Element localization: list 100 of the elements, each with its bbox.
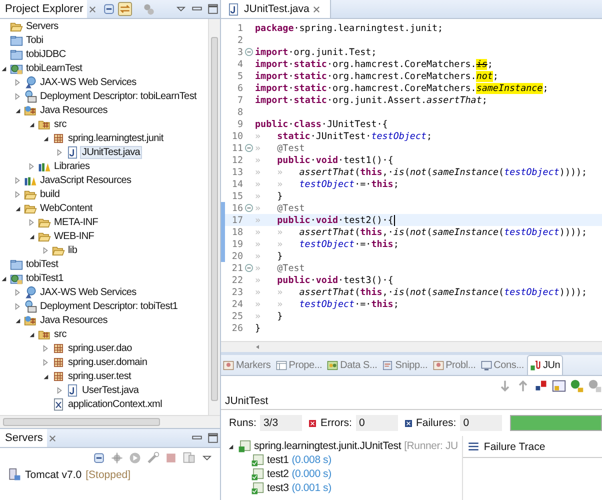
tree-item[interactable]: spring.learningtest.junit (67, 132, 164, 144)
view-tab[interactable]: Markers (221, 355, 273, 375)
collapse-arrow-icon[interactable] (14, 106, 21, 114)
collapse-arrow-icon[interactable] (227, 442, 234, 450)
expand-arrow-icon[interactable] (42, 358, 49, 366)
tree-item[interactable]: applicationContext.xml (67, 398, 164, 410)
maximize-icon[interactable] (206, 2, 220, 16)
tree-item[interactable]: spring.user.dao (67, 342, 133, 354)
expand-arrow-icon[interactable] (14, 190, 21, 198)
expand-arrow-icon[interactable] (56, 148, 63, 156)
tree-item[interactable]: Java Resources (39, 104, 108, 116)
gears-icon[interactable] (142, 2, 156, 16)
collapse-arrow-icon[interactable] (28, 120, 35, 128)
view-tab[interactable]: Probl... (430, 355, 478, 375)
vertical-scrollbar[interactable] (208, 19, 220, 415)
tree-item[interactable]: spring.user.test (67, 370, 132, 382)
tree-item[interactable]: WEB-INF (53, 230, 96, 242)
line-number: 12 (230, 154, 243, 166)
line-number: 4 (236, 58, 243, 70)
tree-item[interactable]: META-INF (53, 216, 100, 228)
expand-arrow-icon[interactable] (28, 218, 35, 226)
view-tab[interactable]: JUn (526, 355, 564, 375)
tree-item[interactable]: tobiTest (25, 258, 60, 270)
collapse-arrow-icon[interactable] (0, 274, 7, 282)
collapse-arrow-icon[interactable] (14, 204, 21, 212)
line-number: 19 (230, 238, 243, 250)
tree-item[interactable]: src (53, 118, 68, 130)
code-line: » » assertThat(this,·is(not(sameInstance(testObject)))); (255, 226, 588, 238)
code-line: » } (255, 190, 283, 202)
expand-arrow-icon[interactable] (56, 386, 63, 394)
tree-item[interactable]: Libraries (53, 160, 91, 172)
tree-item[interactable]: JAX-WS Web Services (39, 286, 138, 298)
view-tab[interactable]: Snipp... (380, 355, 430, 375)
expand-arrow-icon[interactable] (14, 288, 21, 296)
collapse-icon[interactable] (245, 204, 253, 212)
line-number: 21 (230, 262, 243, 274)
tree-item[interactable]: Servers (25, 20, 60, 32)
tree-item[interactable]: spring.user.domain (67, 356, 148, 368)
collapse-icon[interactable] (245, 48, 253, 56)
test-name[interactable]: test3 (267, 482, 289, 494)
expand-arrow-icon[interactable] (14, 176, 21, 184)
line-number: 16 (230, 202, 243, 214)
server-name[interactable]: Tomcat v7.0 (25, 468, 82, 480)
collapse-icon[interactable] (245, 144, 253, 152)
tree-item[interactable]: src (53, 328, 68, 340)
editor-tab[interactable]: JUnitTest.java (221, 0, 332, 18)
runs-label: Runs: (229, 417, 256, 429)
close-icon[interactable] (313, 6, 320, 12)
tree-item[interactable]: JAX-WS Web Services (39, 76, 138, 88)
tree-item[interactable]: UserTest.java (81, 384, 140, 396)
view-tab[interactable]: Data S... (325, 355, 380, 375)
stop-icon[interactable] (164, 451, 178, 465)
collapse-arrow-icon[interactable] (0, 64, 7, 72)
close-icon[interactable] (48, 434, 56, 442)
tree-item[interactable]: Tobi (25, 34, 44, 46)
tree-item[interactable]: WebContent (39, 202, 94, 214)
collapse-icon[interactable] (245, 264, 253, 272)
horizontal-scrollbar[interactable] (221, 341, 602, 352)
expand-arrow-icon[interactable] (28, 162, 35, 170)
down-arrow-icon[interactable] (498, 379, 512, 393)
package-icon (52, 356, 65, 368)
view-tab[interactable]: Prope... (274, 355, 324, 375)
expand-arrow-icon[interactable] (42, 344, 49, 352)
expand-arrow-icon[interactable] (14, 92, 21, 100)
test-suite-icon (238, 440, 251, 452)
line-number: 23 (230, 286, 243, 298)
tree-item[interactable]: build (39, 188, 61, 200)
descriptor-icon (24, 300, 37, 312)
expand-arrow-icon[interactable] (14, 302, 21, 310)
view-tab[interactable]: Servers (0, 429, 47, 447)
tree-item[interactable]: Deployment Descriptor: tobiLearnTest (39, 90, 198, 102)
tree-item[interactable]: tobiLearnTest (25, 62, 84, 74)
test-name[interactable]: test1 (267, 454, 289, 466)
collapse-all-icon[interactable] (92, 451, 106, 465)
line-number: 18 (230, 226, 243, 238)
horizontal-scrollbar[interactable] (0, 415, 220, 428)
tree-item[interactable]: JavaScript Resources (39, 174, 132, 186)
tree-item[interactable]: tobiTest1 (25, 272, 64, 284)
collapse-arrow-icon[interactable] (14, 316, 21, 324)
line-number: 20 (230, 250, 243, 262)
tree-item[interactable]: Java Resources (39, 314, 108, 326)
view-tab[interactable]: Project Explorer (0, 0, 88, 18)
tree-item[interactable]: JUnitTest.java (81, 146, 142, 158)
tree-item[interactable]: Deployment Descriptor: tobiTest1 (39, 300, 179, 312)
test-name[interactable]: test2 (267, 468, 289, 480)
scroll-left-arrow-icon[interactable] (255, 344, 261, 350)
collapse-arrow-icon[interactable] (42, 134, 49, 142)
maximize-icon[interactable] (206, 431, 220, 445)
collapse-arrow-icon[interactable] (28, 232, 35, 240)
test-suite-name[interactable]: spring.learningtest.junit.JUnitTest (254, 440, 402, 452)
tree-item[interactable]: lib (67, 244, 78, 256)
expand-arrow-icon[interactable] (14, 78, 21, 86)
close-icon[interactable] (89, 6, 96, 12)
collapse-arrow-icon[interactable] (42, 372, 49, 380)
view-tab[interactable]: Cons... (478, 355, 526, 375)
play-icon[interactable] (128, 451, 142, 465)
collapse-arrow-icon[interactable] (28, 330, 35, 338)
expand-arrow-icon[interactable] (42, 246, 49, 254)
collapse-all-icon[interactable] (102, 2, 116, 16)
tree-item[interactable]: tobiJDBC (25, 48, 67, 60)
